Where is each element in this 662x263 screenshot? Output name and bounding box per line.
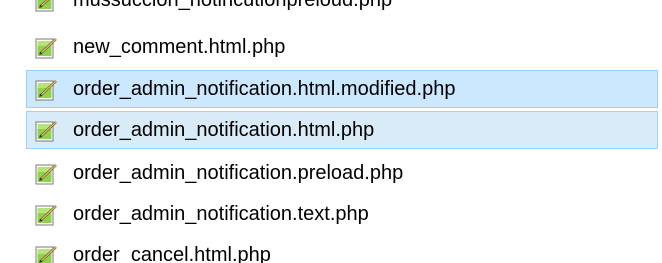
file-name: order_admin_notification.text.php bbox=[73, 203, 369, 225]
php-file-icon bbox=[34, 203, 60, 227]
file-list-item[interactable]: mussuccion_notincutionpreloud.php bbox=[26, 0, 658, 19]
php-file-icon bbox=[34, 78, 60, 102]
file-name: mussuccion_notincutionpreloud.php bbox=[73, 0, 393, 11]
file-list-item[interactable]: order_admin_notification.preload.php bbox=[26, 154, 658, 192]
file-name: order_admin_notification.html.php bbox=[73, 119, 375, 141]
php-file-icon bbox=[34, 36, 60, 60]
file-list-item-selected[interactable]: order_admin_notification.html.modified.p… bbox=[26, 70, 658, 108]
file-name: order_cancel.html.php bbox=[73, 244, 271, 263]
php-file-icon bbox=[34, 244, 60, 263]
file-name: order_admin_notification.preload.php bbox=[73, 162, 404, 184]
file-list-item-focused[interactable]: order_admin_notification.html.php bbox=[26, 111, 658, 149]
file-list-item[interactable]: new_comment.html.php bbox=[26, 28, 658, 66]
file-list-item[interactable]: order_admin_notification.text.php bbox=[26, 195, 658, 233]
file-list: mussuccion_notincutionpreloud.php new_co… bbox=[0, 0, 662, 263]
php-file-icon bbox=[34, 162, 60, 186]
php-file-icon bbox=[34, 119, 60, 143]
file-name: order_admin_notification.html.modified.p… bbox=[73, 78, 456, 100]
php-file-icon bbox=[34, 0, 60, 13]
file-name: new_comment.html.php bbox=[73, 36, 286, 58]
file-list-item[interactable]: order_cancel.html.php bbox=[26, 236, 658, 263]
